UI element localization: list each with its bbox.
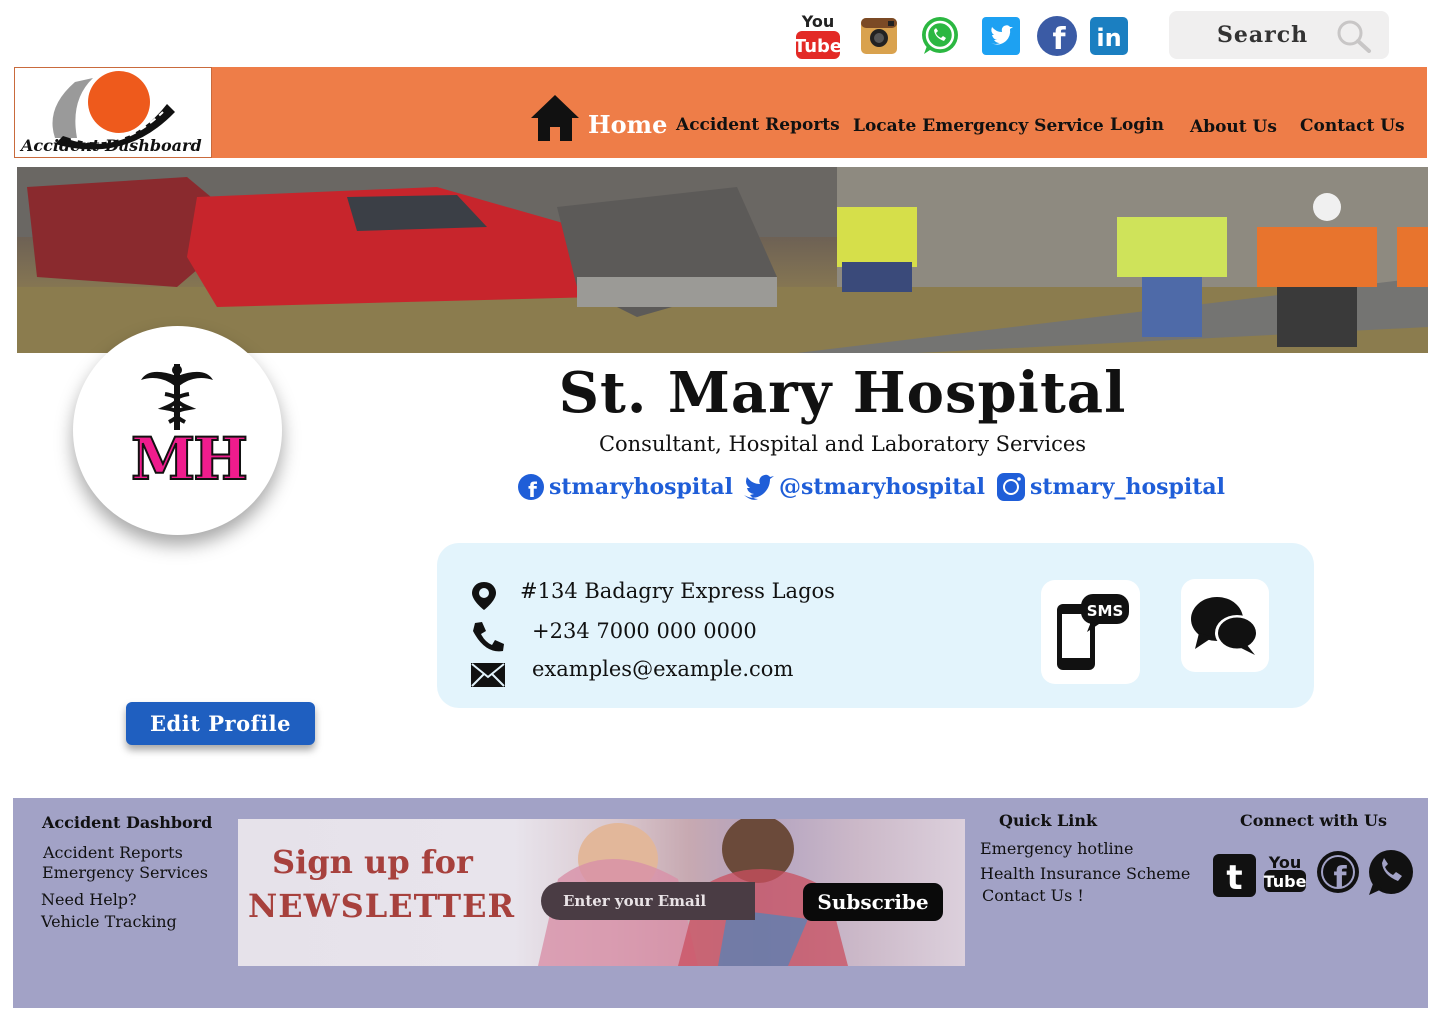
sms-button[interactable]: SMS bbox=[1041, 580, 1140, 684]
twitter-icon bbox=[744, 474, 774, 500]
email-text: examples@example.com bbox=[532, 657, 794, 681]
nav-contact-us[interactable]: Contact Us bbox=[1300, 116, 1405, 136]
footer-link-emergency-services[interactable]: Emergency Services bbox=[42, 863, 208, 882]
chat-icon bbox=[1191, 596, 1259, 655]
nav-home[interactable]: Home bbox=[588, 110, 667, 139]
youtube-icon[interactable]: You Tube bbox=[1263, 852, 1307, 898]
instagram-icon[interactable] bbox=[860, 14, 898, 58]
svg-text:f: f bbox=[1333, 861, 1347, 894]
search-label: Search bbox=[1217, 22, 1309, 48]
phone-text: +234 7000 000 0000 bbox=[532, 619, 757, 643]
svg-text:t: t bbox=[1226, 858, 1242, 897]
svg-text:Tube: Tube bbox=[794, 36, 842, 57]
newsletter-email-input[interactable] bbox=[541, 882, 755, 920]
sms-icon: SMS bbox=[1056, 594, 1129, 670]
chat-button[interactable] bbox=[1181, 579, 1269, 672]
whatsapp-icon[interactable] bbox=[1366, 849, 1414, 901]
quick-link-heading: Quick Link bbox=[999, 811, 1098, 830]
nav-about-us[interactable]: About Us bbox=[1190, 117, 1277, 137]
svg-text:in: in bbox=[1096, 24, 1121, 52]
quick-link-health-insurance[interactable]: Health Insurance Scheme bbox=[980, 864, 1190, 883]
linkedin-icon[interactable]: in bbox=[1090, 14, 1128, 58]
footer-link-vehicle-tracking[interactable]: Vehicle Tracking bbox=[41, 912, 177, 931]
hospital-avatar[interactable]: MH bbox=[73, 326, 282, 535]
svg-text:f: f bbox=[528, 478, 537, 501]
connect-heading: Connect with Us bbox=[1240, 811, 1387, 830]
address-text: #134 Badagry Express Lagos bbox=[520, 579, 835, 603]
footer-link-need-help[interactable]: Need Help? bbox=[41, 890, 137, 909]
logo[interactable]: Accident Dashboard bbox=[14, 67, 212, 158]
nav-bar bbox=[14, 67, 1427, 158]
cover-banner-image bbox=[17, 167, 1428, 353]
twitter-icon[interactable] bbox=[982, 14, 1020, 58]
facebook-icon[interactable]: f bbox=[1036, 14, 1078, 58]
twitter-handle-link[interactable]: @stmaryhospital bbox=[743, 470, 985, 504]
mail-icon bbox=[471, 663, 505, 687]
subscribe-button[interactable]: Subscribe bbox=[803, 883, 943, 921]
tumblr-icon[interactable]: t bbox=[1213, 854, 1256, 901]
phone-icon bbox=[473, 622, 504, 652]
newsletter-line2: NEWSLETTER bbox=[248, 887, 516, 925]
facebook-handle: stmaryhospital bbox=[549, 474, 734, 500]
hospital-subtitle: Consultant, Hospital and Laboratory Serv… bbox=[598, 432, 1087, 456]
hospital-initials: MH bbox=[130, 425, 249, 493]
facebook-handle-link[interactable]: f stmaryhospital bbox=[517, 470, 733, 504]
quick-link-emergency-hotline[interactable]: Emergency hotline bbox=[980, 839, 1133, 858]
instagram-handle-link[interactable]: stmary_hospital bbox=[996, 470, 1225, 504]
caduceus-icon bbox=[141, 364, 213, 430]
newsletter-line1: Sign up for bbox=[272, 843, 473, 881]
hospital-name: St. Mary Hospital bbox=[558, 360, 1127, 426]
logo-text: Accident Dashboard bbox=[21, 136, 202, 155]
nav-locate-emergency-service[interactable]: Locate Emergency Service bbox=[853, 116, 1104, 136]
home-icon[interactable] bbox=[530, 94, 580, 146]
twitter-handle: @stmaryhospital bbox=[779, 474, 986, 500]
footer-brand-heading: Accident Dashbord bbox=[42, 813, 213, 832]
facebook-icon: f bbox=[518, 474, 544, 501]
instagram-handle: stmary_hospital bbox=[1030, 474, 1226, 500]
nav-accident-reports[interactable]: Accident Reports bbox=[676, 115, 840, 135]
facebook-icon[interactable]: f bbox=[1316, 850, 1360, 898]
contact-card: #134 Badagry Express Lagos +234 7000 000… bbox=[437, 543, 1314, 708]
svg-text:You: You bbox=[1268, 853, 1302, 872]
search-icon[interactable] bbox=[1333, 19, 1373, 53]
instagram-icon bbox=[997, 473, 1025, 501]
svg-text:Tube: Tube bbox=[1264, 872, 1307, 891]
youtube-icon[interactable]: You Tube bbox=[794, 12, 842, 59]
svg-text:You: You bbox=[801, 12, 835, 31]
edit-profile-button[interactable]: Edit Profile bbox=[126, 702, 315, 745]
location-pin-icon bbox=[472, 582, 496, 610]
search-box[interactable]: Search bbox=[1169, 11, 1389, 59]
quick-link-contact-us[interactable]: Contact Us ! bbox=[982, 886, 1084, 905]
svg-text:f: f bbox=[1052, 22, 1066, 57]
svg-text:SMS: SMS bbox=[1086, 602, 1123, 620]
nav-login[interactable]: Login bbox=[1110, 115, 1164, 135]
whatsapp-icon[interactable] bbox=[919, 14, 961, 58]
footer-link-accident-reports[interactable]: Accident Reports bbox=[43, 843, 183, 862]
